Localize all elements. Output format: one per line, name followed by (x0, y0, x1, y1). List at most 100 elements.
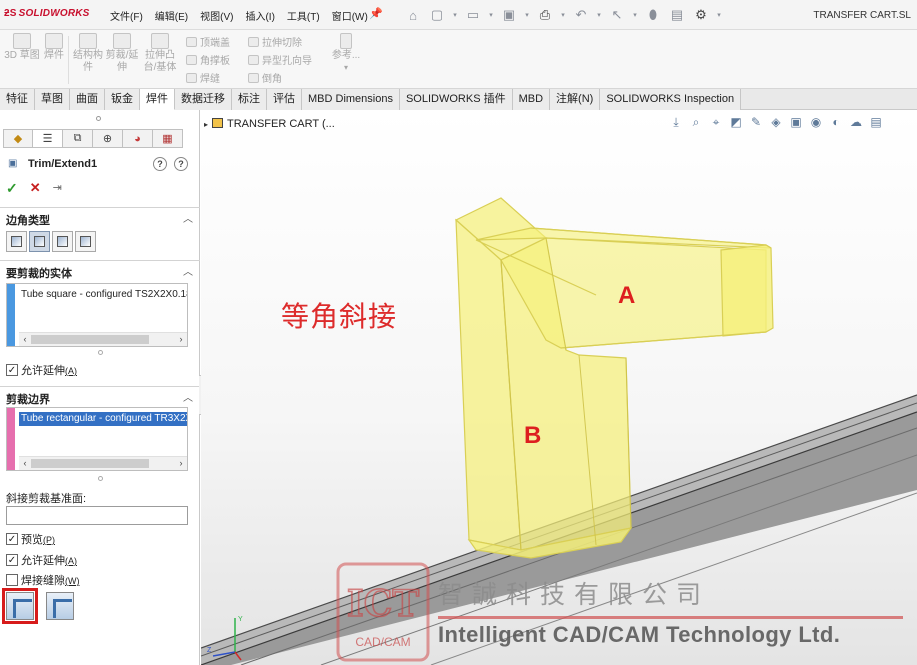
collapse-chevron-icon[interactable]: ︿ (183, 389, 193, 404)
trim-extend-button[interactable]: 剪裁/延伸 (104, 32, 140, 74)
print-icon[interactable]: ⎙ (534, 5, 556, 25)
end-trim-button[interactable] (6, 231, 27, 252)
tab-evaluate[interactable]: 评估 (267, 89, 302, 110)
end-butt2-button[interactable] (75, 231, 96, 252)
checkbox[interactable]: ✓ (6, 364, 18, 376)
allow-extension-checkbox-1[interactable]: ✓ 允许延伸(A) (6, 362, 77, 378)
open-dropdown-icon[interactable]: ▾ (486, 5, 496, 25)
end-miter-button[interactable] (29, 231, 50, 252)
menu-insert[interactable]: 插入(I) (239, 8, 280, 23)
cancel-icon[interactable]: ✕ (30, 181, 41, 195)
edit-appearance-icon[interactable]: ◐ (827, 113, 845, 131)
zoom-to-fit-icon[interactable]: ⤓ (667, 113, 685, 131)
reference-geometry-button[interactable]: 参考... ▾ (326, 32, 366, 74)
end-cap-button[interactable]: 顶端盖 (186, 34, 230, 49)
print-dropdown-icon[interactable]: ▾ (558, 5, 568, 25)
configuration-manager-icon[interactable]: ⧉ (63, 129, 93, 148)
tab-solidworks-inspection[interactable]: SOLIDWORKS Inspection (600, 89, 742, 110)
scroll-thumb[interactable] (31, 459, 149, 468)
menu-file[interactable]: 文件(F) (104, 8, 149, 23)
pin-menu-icon[interactable]: 📌 (369, 7, 383, 20)
undo-icon[interactable]: ↶ (570, 5, 592, 25)
expand-arrow-icon[interactable]: ▸ (204, 120, 208, 129)
rebuild-icon[interactable]: ⬮ (642, 5, 664, 25)
tab-markup[interactable]: 标注 (232, 89, 267, 110)
list-resize-grip[interactable] (98, 476, 103, 481)
menu-edit[interactable]: 编辑(E) (149, 8, 194, 23)
horizontal-scrollbar[interactable]: ‹ › (19, 332, 187, 346)
body-trim-button[interactable] (42, 588, 78, 624)
tab-data-migration[interactable]: 数据迁移 (175, 89, 232, 110)
allow-extension-checkbox-2[interactable]: ✓ 允许延伸(A) (6, 552, 77, 568)
panel-resize-grip[interactable] (96, 116, 101, 121)
new-icon[interactable]: ▢ (426, 5, 448, 25)
tab-sheet-metal[interactable]: 钣金 (105, 89, 140, 110)
weldment-button[interactable]: 焊件 (36, 32, 72, 62)
options-dropdown-icon[interactable]: ▾ (714, 5, 724, 25)
feature-manager-icon[interactable]: ◆ (3, 129, 33, 148)
tab-annotations[interactable]: 注解(N) (550, 89, 601, 110)
tab-weldments[interactable]: 焊件 (140, 89, 175, 110)
scroll-thumb[interactable] (31, 335, 149, 344)
extrude-boss-button[interactable]: 拉伸凸台/基体 (140, 32, 180, 74)
tab-mbd-dimensions[interactable]: MBD Dimensions (302, 89, 400, 110)
pushpin-icon[interactable]: ⇥ (53, 181, 62, 195)
file-properties-icon[interactable]: ▤ (666, 5, 688, 25)
save-dropdown-icon[interactable]: ▾ (522, 5, 532, 25)
chamfer-button[interactable]: 倒角 (248, 70, 282, 85)
checkbox[interactable]: ✓ (6, 533, 18, 545)
scroll-left-icon[interactable]: ‹ (19, 333, 31, 346)
tab-mbd[interactable]: MBD (512, 89, 551, 110)
trim-boundary-list[interactable]: Tube rectangular - configured TR3X2X0 ‹ … (6, 407, 188, 471)
trim-boundary-group[interactable]: 剪裁边界 ︿ (0, 386, 200, 406)
checkbox[interactable]: ✓ (6, 554, 18, 566)
scroll-right-icon[interactable]: › (175, 333, 187, 346)
zoom-area-icon[interactable]: ⌕ (687, 113, 705, 131)
checkbox[interactable] (6, 574, 18, 586)
miter-plane-input[interactable] (6, 506, 188, 525)
preview-checkbox[interactable]: ✓ 预览(P) (6, 531, 55, 547)
hide-show-icon[interactable]: ◉ (807, 113, 825, 131)
view-settings-icon[interactable]: ▤ (867, 113, 885, 131)
options-icon[interactable]: ⚙ (690, 5, 712, 25)
help-icon[interactable]: ? (153, 157, 167, 171)
bodies-to-trim-group[interactable]: 要剪裁的实体 ︿ (0, 260, 200, 280)
cam-icon[interactable]: ▦ (153, 129, 183, 148)
feature-tree-flyout[interactable]: ▸ TRANSFER CART (... (204, 118, 335, 130)
solidworks-logo[interactable]: ƻS SOLIDWORKS (4, 8, 90, 19)
end-butt1-button[interactable] (52, 231, 73, 252)
section-view-icon[interactable]: ◩ (727, 113, 745, 131)
menu-view[interactable]: 视图(V) (194, 8, 239, 23)
open-icon[interactable]: ▭ (462, 5, 484, 25)
ok-icon[interactable]: ✓ (6, 181, 18, 195)
corner-type-group[interactable]: 边角类型 ︿ (0, 207, 200, 227)
select-dropdown-icon[interactable]: ▾ (630, 5, 640, 25)
menu-window[interactable]: 窗口(W) (326, 8, 374, 23)
horizontal-scrollbar[interactable]: ‹ › (19, 456, 187, 470)
new-dropdown-icon[interactable]: ▾ (450, 5, 460, 25)
scroll-right-icon[interactable]: › (175, 457, 187, 470)
tab-solidworks-addins[interactable]: SOLIDWORKS 插件 (399, 89, 513, 110)
display-style-icon[interactable]: ▣ (787, 113, 805, 131)
tab-features[interactable]: 特征 (0, 89, 35, 110)
collapse-chevron-icon[interactable]: ︿ (183, 210, 193, 225)
gusset-button[interactable]: 角撑板 (186, 52, 230, 67)
extrude-cut-button[interactable]: 拉伸切除 (248, 34, 302, 49)
weld-gap-checkbox[interactable]: 焊接缝隙(W) (6, 572, 80, 588)
scroll-left-icon[interactable]: ‹ (19, 457, 31, 470)
bodies-to-trim-list[interactable]: Tube square - configured TS2X2X0.187 ‹ › (6, 283, 188, 347)
apply-scene-icon[interactable]: ☁ (847, 113, 865, 131)
list-resize-grip[interactable] (98, 350, 103, 355)
previous-view-icon[interactable]: ⌖ (707, 113, 725, 131)
weld-bead-button[interactable]: 焊缝 (186, 70, 220, 85)
select-icon[interactable]: ↖ (606, 5, 628, 25)
view-orientation-icon[interactable]: ◈ (767, 113, 785, 131)
planar-trim-button[interactable] (2, 588, 38, 624)
hole-wizard-button[interactable]: 异型孔向导 (248, 52, 312, 67)
detailed-help-icon[interactable]: ? (174, 157, 188, 171)
sketch-3d-button[interactable]: 3D 草图 (4, 32, 40, 62)
collapse-chevron-icon[interactable]: ︿ (183, 263, 193, 278)
menu-tools[interactable]: 工具(T) (281, 8, 326, 23)
display-manager-icon[interactable]: ◕ (123, 129, 153, 148)
save-icon[interactable]: ▣ (498, 5, 520, 25)
